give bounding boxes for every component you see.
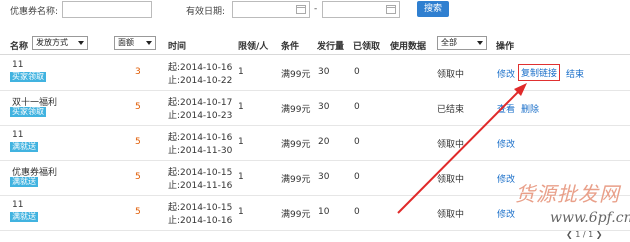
arrow-line bbox=[397, 87, 523, 214]
prev-page-icon[interactable]: ❮ bbox=[566, 230, 573, 239]
watermark-url: www.6pf.cn bbox=[550, 210, 630, 226]
page-indicator: 1 / 1 bbox=[575, 230, 594, 239]
next-page-icon[interactable]: ❯ bbox=[596, 230, 603, 239]
pagination: ❮ 1 / 1 ❯ bbox=[566, 230, 602, 242]
watermark-logo: 货源批发网 bbox=[515, 182, 620, 206]
